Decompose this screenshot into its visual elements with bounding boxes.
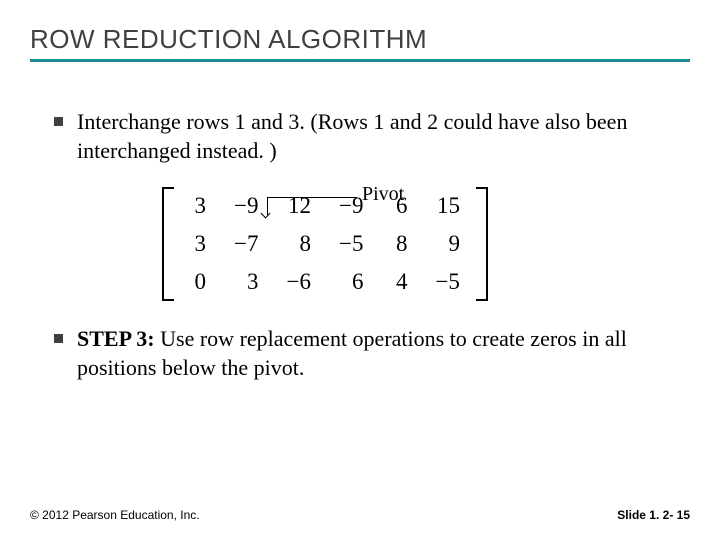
matrix-table: 3 −9 12 −9 6 15 3 −7 8 −5 8 9 0 3 [176,187,474,301]
matrix-cell: −9 [220,187,272,225]
matrix-cell: −5 [421,263,473,301]
bullet-text: STEP 3: Use row replacement operations t… [77,325,680,382]
step-label: STEP 3: [77,326,155,351]
matrix-cell: −6 [272,263,324,301]
matrix-cell: 3 [220,263,272,301]
pivot-callout-line [267,197,357,198]
matrix-cell: −5 [325,225,377,263]
table-row: 3 −7 8 −5 8 9 [176,225,474,263]
matrix-cell: 9 [421,225,473,263]
matrix-cell: 3 [176,225,220,263]
bullet-text: Interchange rows 1 and 3. (Rows 1 and 2 … [77,108,680,165]
table-row: 0 3 −6 6 4 −5 [176,263,474,301]
matrix-cell: 15 [421,187,473,225]
copyright-text: © 2012 Pearson Education, Inc. [30,508,200,522]
page-title: ROW REDUCTION ALGORITHM [30,24,690,62]
table-row: 3 −9 12 −9 6 15 [176,187,474,225]
matrix-figure: Pivot 3 −9 12 −9 6 15 3 −7 8 −5 [162,187,572,301]
matrix-cell: 8 [272,225,324,263]
matrix-cell: −7 [220,225,272,263]
bullet-item: Interchange rows 1 and 3. (Rows 1 and 2 … [54,108,680,165]
matrix-cell: 3 [176,187,220,225]
matrix-cell: 8 [377,225,421,263]
square-bullet-icon [54,334,63,343]
right-bracket-icon [474,187,488,301]
slide-footer: © 2012 Pearson Education, Inc. Slide 1. … [30,508,690,522]
matrix-cell: 4 [377,263,421,301]
slide-content: Interchange rows 1 and 3. (Rows 1 and 2 … [0,68,720,382]
matrix-cell: 6 [325,263,377,301]
pivot-label: Pivot [362,183,404,206]
bullet-item: STEP 3: Use row replacement operations t… [54,325,680,382]
matrix-cell: 12 [272,187,324,225]
step-text: Use row replacement operations to create… [77,326,627,380]
square-bullet-icon [54,117,63,126]
left-bracket-icon [162,187,176,301]
matrix-cell: 0 [176,263,220,301]
slide-number: Slide 1. 2- 15 [617,508,690,522]
